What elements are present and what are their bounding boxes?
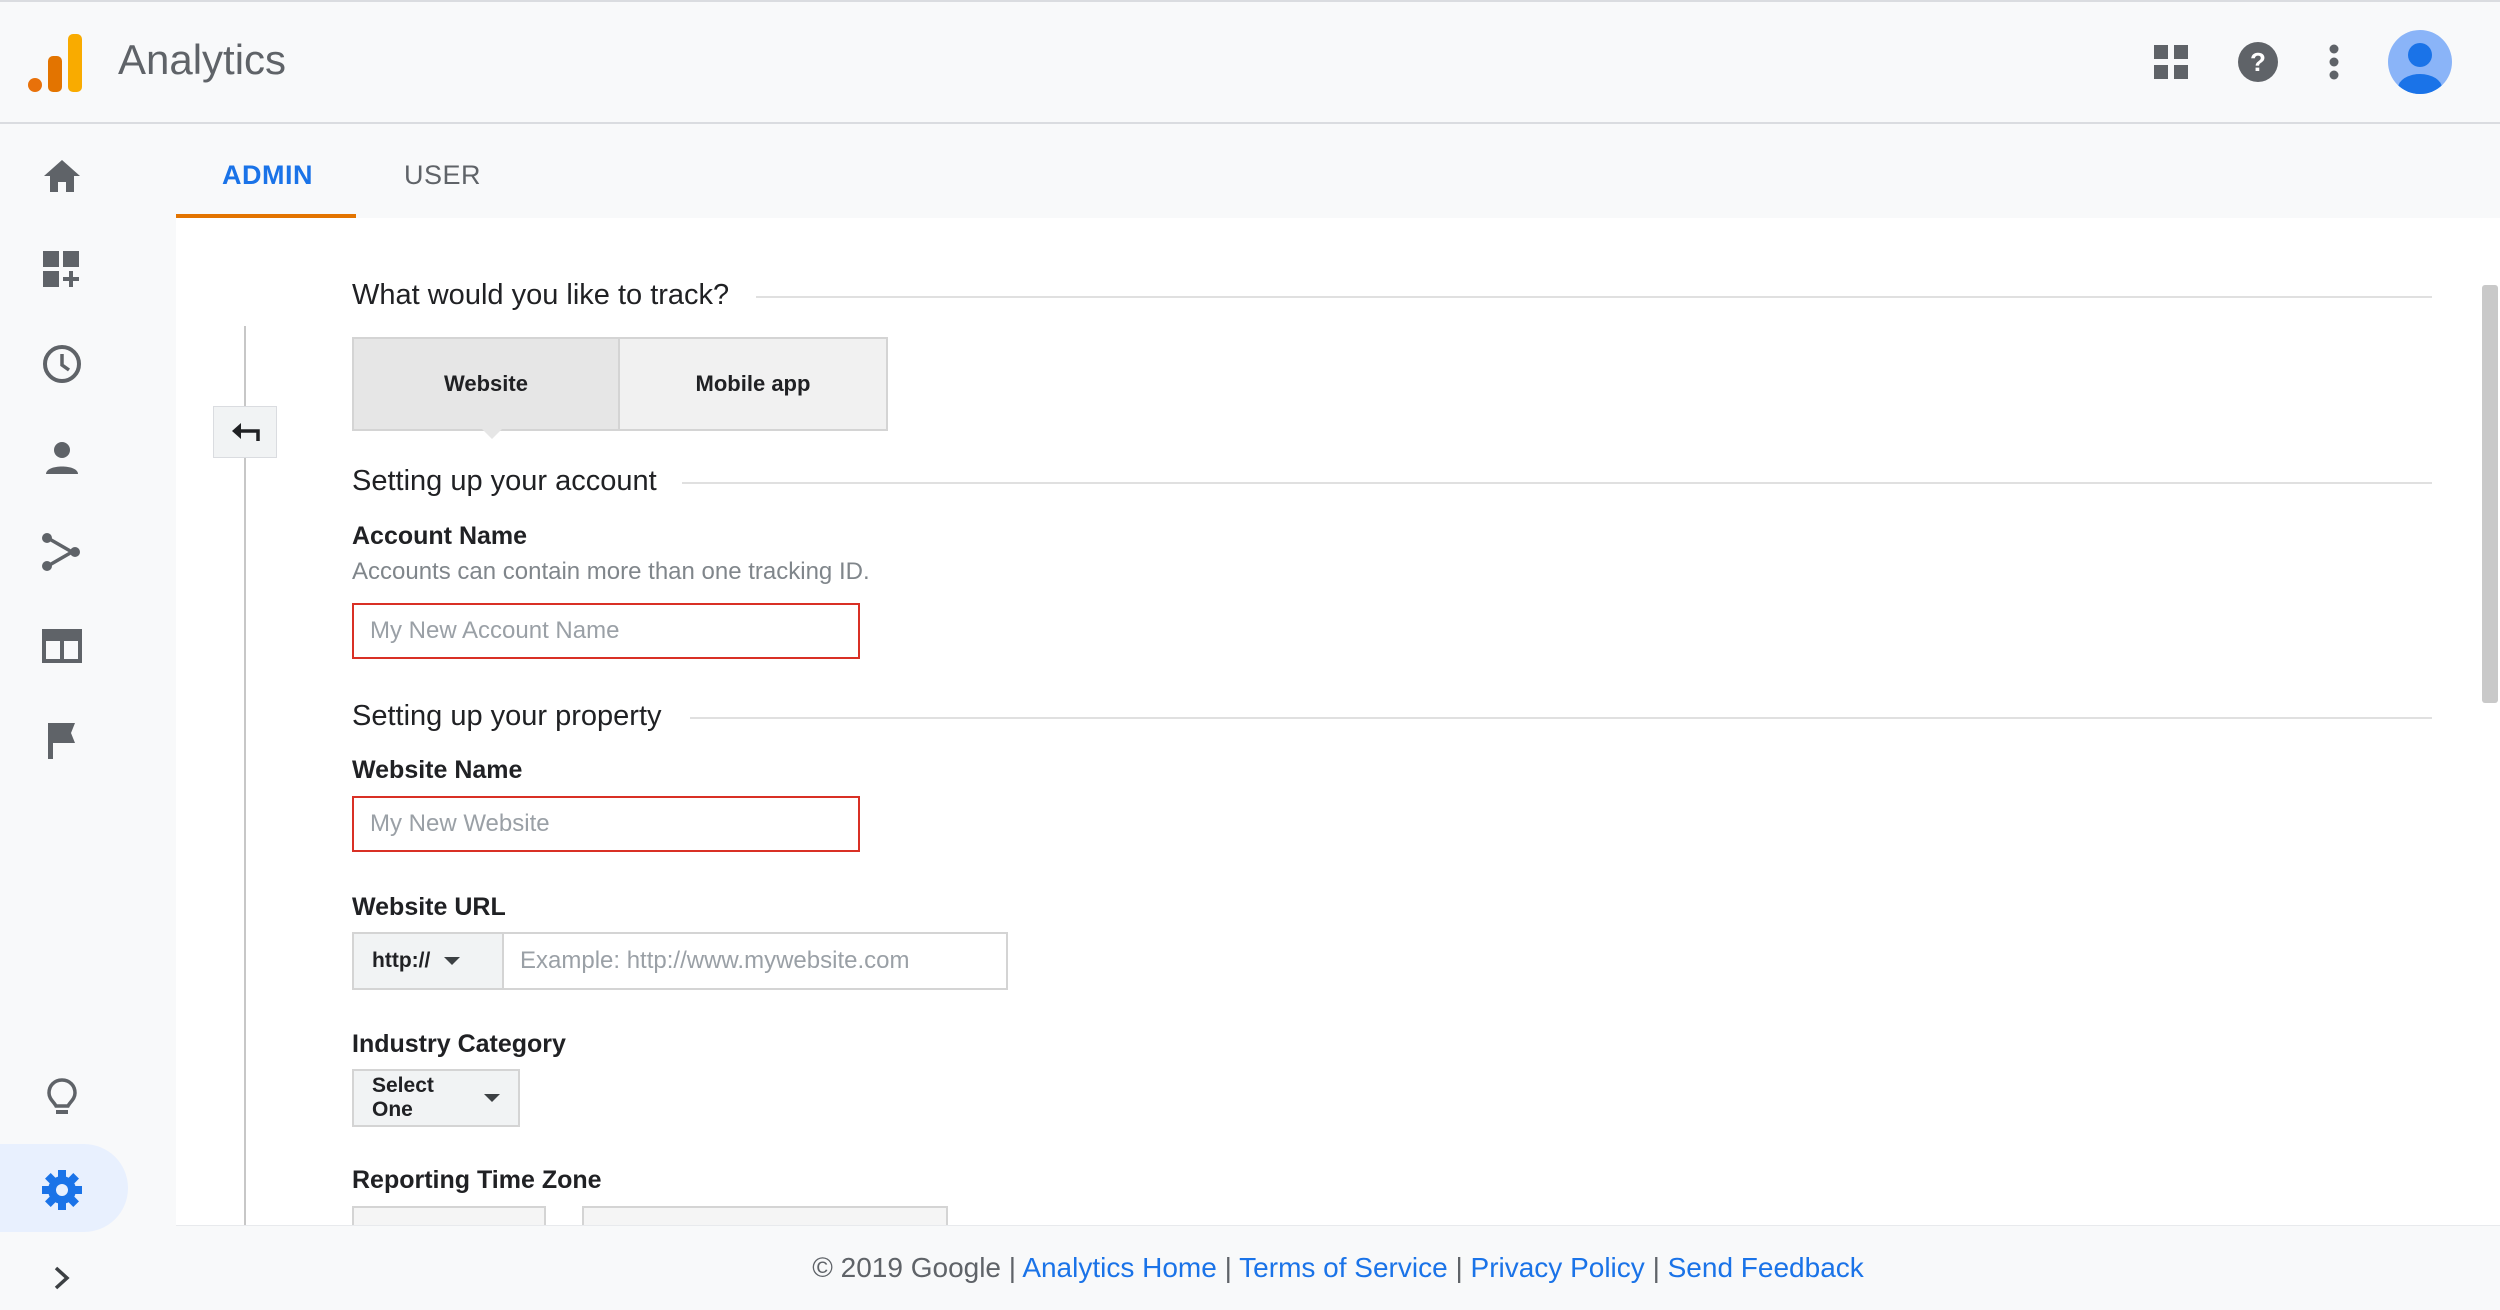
realtime-clock-icon[interactable]: [36, 338, 88, 390]
protocol-dropdown[interactable]: http://: [352, 932, 504, 990]
footer-separator: |: [1455, 1252, 1463, 1283]
footer-links: © 2019 Google | Analytics Home | Terms o…: [176, 1252, 2500, 1284]
website-option-button[interactable]: Website: [352, 337, 620, 431]
section-divider: [756, 296, 2432, 298]
app-title: Analytics: [118, 36, 287, 83]
protocol-value: http://: [372, 949, 431, 972]
section-divider: [682, 482, 2432, 484]
send-feedback-link[interactable]: Send Feedback: [1668, 1252, 1864, 1283]
track-section-title: What would you like to track?: [352, 279, 752, 312]
customization-icon[interactable]: [36, 244, 88, 296]
back-button[interactable]: [213, 406, 277, 458]
terms-of-service-link[interactable]: Terms of Service: [1239, 1252, 1448, 1283]
behavior-icon[interactable]: [36, 620, 88, 672]
discover-lightbulb-icon[interactable]: [36, 1072, 88, 1124]
apps-grid-icon[interactable]: [2147, 38, 2195, 86]
home-icon[interactable]: [36, 150, 88, 202]
audience-person-icon[interactable]: [36, 432, 88, 484]
dropdown-caret-icon: [444, 957, 461, 965]
account-avatar-icon[interactable]: [2388, 30, 2452, 94]
account-name-hint: Accounts can contain more than one track…: [352, 558, 870, 585]
svg-text:?: ?: [2250, 47, 2266, 77]
website-url-label: Website URL: [352, 893, 506, 921]
privacy-policy-link[interactable]: Privacy Policy: [1471, 1252, 1645, 1283]
analytics-home-link[interactable]: Analytics Home: [1022, 1252, 1217, 1283]
mobile-app-option-button[interactable]: Mobile app: [620, 337, 888, 431]
scrollbar-thumb[interactable]: [2482, 285, 2498, 703]
left-nav-sidebar: [0, 124, 176, 1309]
website-name-label: Website Name: [352, 756, 523, 784]
footer-separator: |: [1008, 1252, 1017, 1283]
analytics-logo-icon[interactable]: [28, 34, 82, 92]
admin-gear-icon[interactable]: [36, 1164, 88, 1216]
expand-chevron-icon[interactable]: [36, 1252, 88, 1304]
industry-category-label: Industry Category: [352, 1030, 566, 1058]
account-section-title: Setting up your account: [352, 465, 679, 498]
dropdown-caret-icon: [484, 1094, 500, 1102]
footer-separator: |: [1652, 1252, 1660, 1283]
footer-separator: |: [1224, 1252, 1232, 1283]
tab-user[interactable]: USER: [404, 160, 481, 191]
top-app-bar: [0, 0, 2500, 124]
section-divider: [690, 717, 2432, 719]
account-name-input[interactable]: [352, 603, 860, 659]
help-icon[interactable]: ?: [2234, 38, 2282, 86]
tab-admin[interactable]: ADMIN: [222, 160, 313, 191]
conversions-flag-icon[interactable]: [36, 714, 88, 766]
copyright-text: © 2019 Google: [812, 1252, 1002, 1283]
step-guide-line: [244, 326, 246, 1226]
website-url-input[interactable]: [504, 932, 1008, 990]
reporting-time-zone-label: Reporting Time Zone: [352, 1166, 602, 1194]
industry-category-dropdown[interactable]: Select One: [352, 1069, 520, 1127]
website-name-input[interactable]: [352, 796, 860, 852]
industry-category-value: Select One: [372, 1074, 434, 1121]
property-section-title: Setting up your property: [352, 700, 684, 733]
account-name-label: Account Name: [352, 522, 528, 550]
acquisition-icon[interactable]: [36, 526, 88, 578]
selected-option-pointer: [480, 427, 504, 439]
more-vert-icon[interactable]: [2310, 38, 2358, 86]
back-arrow-icon: [232, 423, 260, 441]
